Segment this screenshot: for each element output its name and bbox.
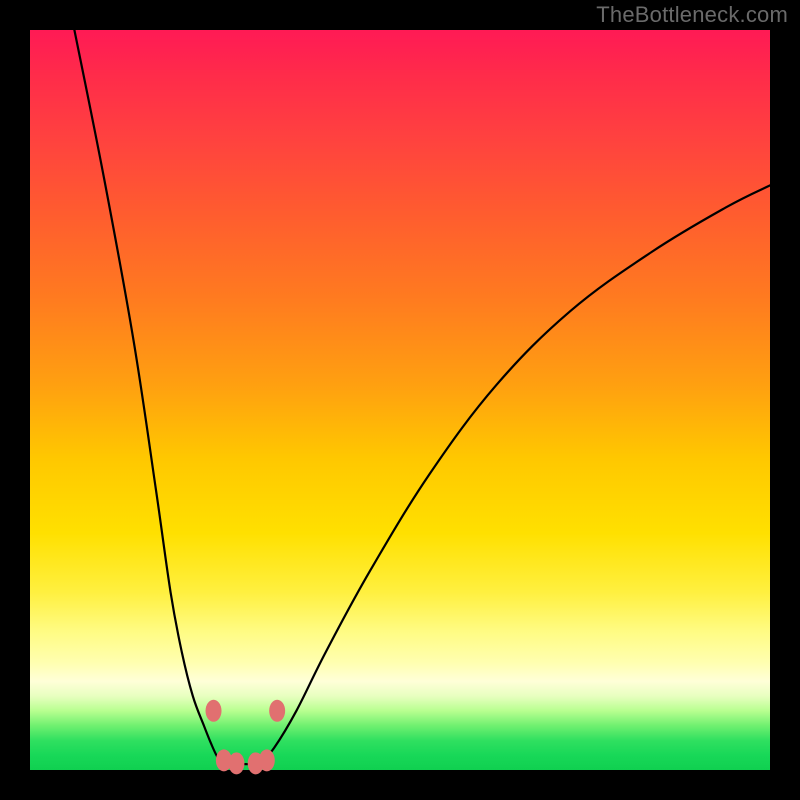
watermark-text: TheBottleneck.com	[596, 2, 788, 28]
curve-layer	[30, 30, 770, 770]
marker-dot	[259, 749, 275, 771]
plot-area	[30, 30, 770, 770]
chart-frame: TheBottleneck.com	[0, 0, 800, 800]
marker-dot	[228, 752, 244, 774]
marker-dot	[269, 700, 285, 722]
bottleneck-curve	[74, 30, 770, 764]
marker-dot	[206, 700, 222, 722]
